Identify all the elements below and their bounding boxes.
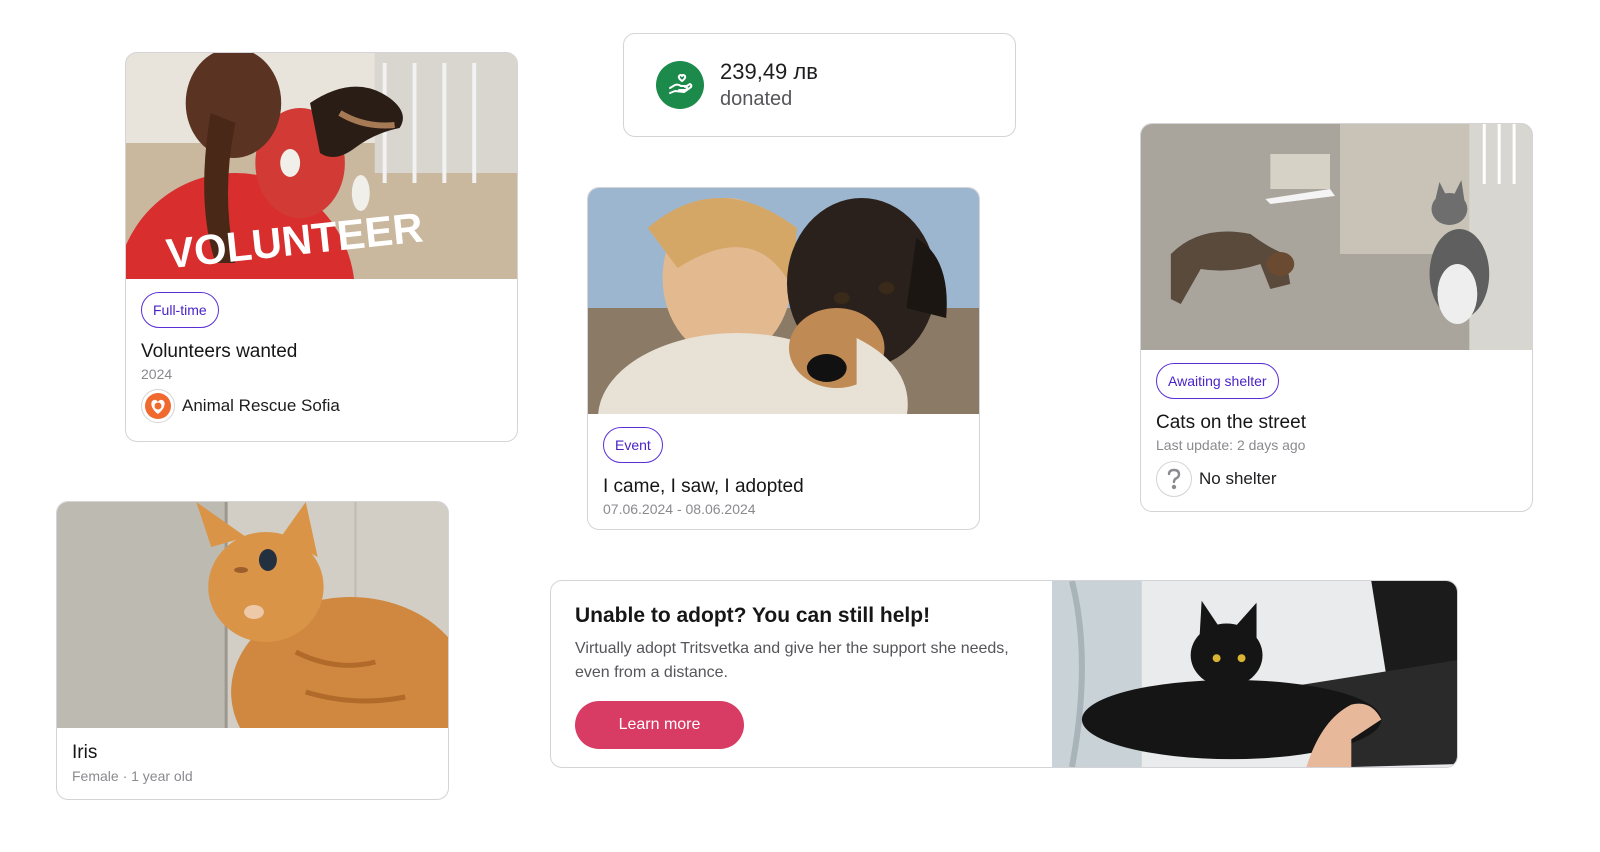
pet-details: Female · 1 year old: [72, 768, 193, 784]
donation-card: 239,49 лв donated: [623, 33, 1016, 137]
street-card[interactable]: Awaiting shelter Cats on the street Last…: [1140, 123, 1533, 512]
promo-description: Virtually adopt Tritsvetka and give her …: [575, 640, 1009, 681]
org-name: Animal Rescue Sofia: [182, 396, 340, 415]
donation-amount: 239,49 лв: [720, 59, 818, 84]
question-mark-icon: [1156, 461, 1192, 497]
pet-photo: [57, 502, 448, 728]
tag-full-time: Full-time: [141, 292, 219, 328]
promo-title: Unable to adopt? You can still help!: [575, 604, 931, 627]
card-title: I came, I saw, I adopted: [603, 476, 804, 497]
shelter-row: No shelter: [1156, 461, 1517, 497]
promo-photo: [1051, 581, 1457, 767]
pet-card[interactable]: Iris Female · 1 year old: [56, 501, 449, 800]
street-photo: [1141, 124, 1532, 350]
volunteer-card[interactable]: VOLUNTEER Full-time Volunteers wanted 20…: [125, 52, 518, 442]
event-card[interactable]: Event I came, I saw, I adopted 07.06.202…: [587, 187, 980, 530]
heart-paw-icon: [141, 389, 175, 423]
card-year: 2024: [141, 366, 173, 382]
volunteer-photo: VOLUNTEER: [126, 53, 517, 279]
last-update: Last update: 2 days ago: [1156, 437, 1306, 453]
tag-event: Event: [603, 427, 663, 463]
event-dates: 07.06.2024 - 08.06.2024: [603, 501, 756, 517]
pet-name: Iris: [72, 742, 98, 763]
learn-more-button[interactable]: Learn more: [575, 701, 744, 749]
org-row[interactable]: Animal Rescue Sofia: [141, 389, 502, 423]
hand-heart-icon: [656, 61, 704, 109]
virtual-adoption-banner: Unable to adopt? You can still help! Vir…: [550, 580, 1458, 768]
event-photo: [588, 188, 979, 414]
tag-awaiting-shelter: Awaiting shelter: [1156, 363, 1279, 399]
card-title: Volunteers wanted: [141, 341, 298, 362]
shelter-label: No shelter: [1199, 469, 1277, 488]
card-title: Cats on the street: [1156, 412, 1306, 433]
donation-label: donated: [720, 88, 793, 110]
